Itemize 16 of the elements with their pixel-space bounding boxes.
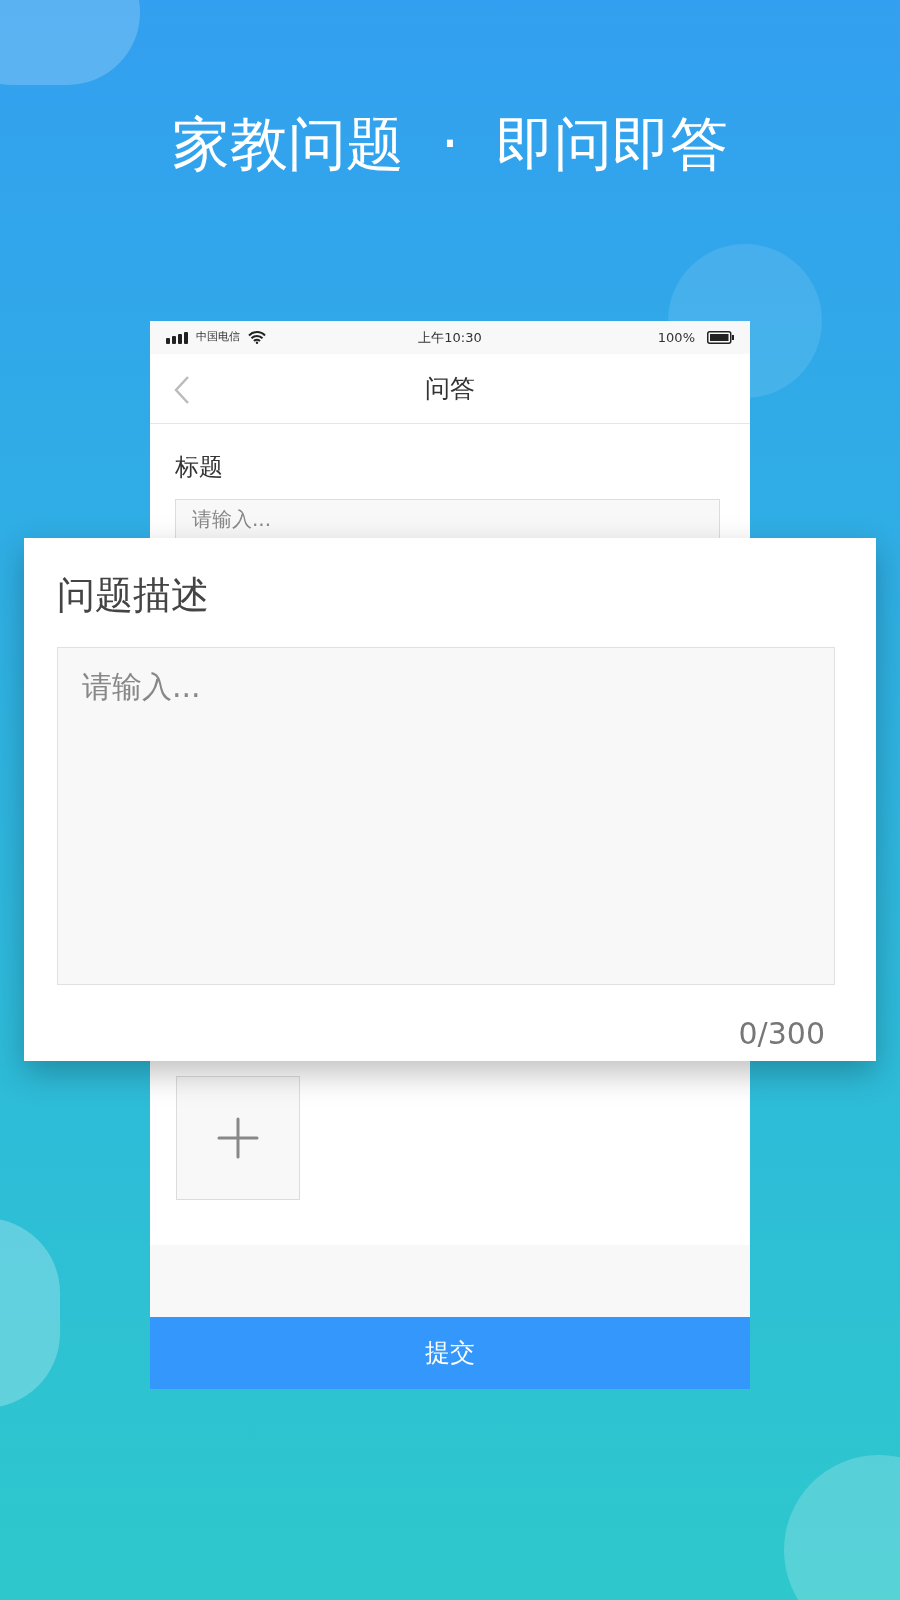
title-input[interactable]: 请输入...	[175, 499, 720, 538]
submit-button[interactable]: 提交	[150, 1317, 750, 1389]
plus-icon	[217, 1117, 259, 1159]
title-label: 标题	[175, 452, 224, 483]
add-photo-button[interactable]	[176, 1076, 300, 1200]
battery-icon	[707, 331, 734, 344]
headline: 家教问题 · 即问即答	[171, 109, 729, 180]
battery-percent: 100%	[657, 328, 695, 347]
wifi-icon	[248, 331, 266, 344]
description-label: 问题描述	[57, 572, 210, 619]
signal-icon	[166, 331, 188, 344]
character-counter: 0/300	[738, 1015, 825, 1053]
page-title: 问答	[425, 372, 475, 405]
carrier-name: 中国电信	[196, 329, 240, 346]
status-time: 上午10:30	[417, 328, 483, 347]
description-textarea[interactable]: 请输入...	[57, 647, 835, 985]
